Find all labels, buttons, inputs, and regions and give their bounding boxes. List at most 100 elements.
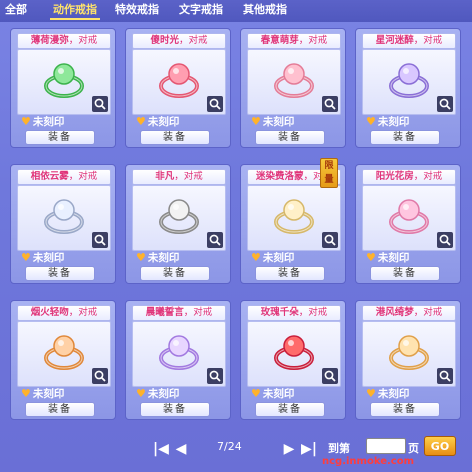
status-text: 未刻印 [262,116,295,128]
zoom-icon[interactable] [207,232,223,248]
ring-title: 阳光花房，对戒 [362,169,456,185]
page-number-input[interactable] [366,438,406,454]
heart-icon: ♥ [366,251,376,264]
first-page-button[interactable]: |◀ [150,438,172,460]
ring-type: 对戒 [308,307,328,318]
ring-card[interactable]: 晨曦誓言，对戒 ♥ 未刻印 装备 [125,300,231,420]
ring-image-slot [132,321,226,387]
tab-effect-rings[interactable]: 特效戒指 [112,2,162,18]
engrave-status: ♥ 未刻印 [366,115,409,129]
zoom-icon[interactable] [207,368,223,384]
ring-image-slot [17,321,111,387]
zoom-icon[interactable] [322,96,338,112]
heart-icon: ♥ [136,115,146,128]
ring-name: 非凡 [155,171,175,182]
ring-type: 对戒 [78,307,98,318]
ring-image-slot [247,321,341,387]
tab-all[interactable]: 全部 [2,2,30,18]
zoom-icon[interactable] [437,96,453,112]
heart-icon: ♥ [366,115,376,128]
ring-card[interactable]: 傻时光，对戒 ♥ 未刻印 装备 [125,28,231,148]
equip-button[interactable]: 装备 [255,130,325,145]
zoom-icon[interactable] [322,368,338,384]
ring-title: 星河迷醉，对戒 [362,33,456,49]
ring-name: 星河迷醉 [375,35,414,46]
equip-button[interactable]: 装备 [370,266,440,281]
ring-name: 港风绮梦 [375,307,414,318]
next-page-button[interactable]: ▶ [278,438,300,460]
ring-card[interactable]: 玫瑰千朵，对戒 ♥ 未刻印 装备 [240,300,346,420]
ring-type: 对戒 [188,35,208,46]
heart-icon: ♥ [21,251,31,264]
go-button[interactable]: GO [424,436,456,456]
ring-title: 相依云雾，对戒 [17,169,111,185]
ring-type: 对戒 [423,35,443,46]
ring-icon [389,63,429,98]
zoom-icon[interactable] [92,96,108,112]
heart-icon: ♥ [251,251,261,264]
engrave-status: ♥ 未刻印 [366,387,409,401]
equip-button[interactable]: 装备 [255,402,325,417]
ring-title: 玫瑰千朵，对戒 [247,305,341,321]
equip-button[interactable]: 装备 [140,266,210,281]
ring-name: 相依云雾 [30,171,69,182]
equip-button[interactable]: 装备 [25,266,95,281]
zoom-icon[interactable] [322,232,338,248]
limited-badge: 限量 [320,158,338,188]
ring-icon [274,199,314,234]
ring-card[interactable]: 非凡，对戒 ♥ 未刻印 装备 [125,164,231,284]
zoom-icon[interactable] [92,232,108,248]
equip-button[interactable]: 装备 [25,402,95,417]
status-text: 未刻印 [32,252,65,264]
ring-icon [159,63,199,98]
ring-type: 对戒 [423,171,443,182]
equip-button[interactable]: 装备 [140,130,210,145]
prev-page-button[interactable]: ◀ [170,438,192,460]
heart-icon: ♥ [251,387,261,400]
status-text: 未刻印 [32,388,65,400]
ring-title: 港风绮梦，对戒 [362,305,456,321]
ring-card[interactable]: 星河迷醉，对戒 ♥ 未刻印 装备 [355,28,461,148]
engrave-status: ♥ 未刻印 [251,115,294,129]
page-indicator: 7/24 [217,440,242,453]
equip-button[interactable]: 装备 [25,130,95,145]
last-page-button[interactable]: ▶| [298,438,320,460]
ring-title: 薄荷漫弥，对戒 [17,33,111,49]
equip-button[interactable]: 装备 [370,402,440,417]
zoom-icon[interactable] [437,368,453,384]
ring-card[interactable]: 春意萌芽，对戒 ♥ 未刻印 装备 [240,28,346,148]
ring-name: 阳光花房 [375,171,414,182]
equip-button[interactable]: 装备 [140,402,210,417]
ring-type: 对戒 [308,35,328,46]
ring-icon [44,63,84,98]
tab-action-rings[interactable]: 动作戒指 [50,2,100,20]
zoom-icon[interactable] [437,232,453,248]
ring-title: 烟火轻吻，对戒 [17,305,111,321]
zoom-icon[interactable] [207,96,223,112]
ring-type: 对戒 [78,35,98,46]
tab-other-rings[interactable]: 其他戒指 [240,2,290,18]
equip-button[interactable]: 装备 [255,266,325,281]
engrave-status: ♥ 未刻印 [136,115,179,129]
engrave-status: ♥ 未刻印 [136,387,179,401]
heart-icon: ♥ [136,387,146,400]
ring-icon [44,335,84,370]
ring-icon [44,199,84,234]
status-text: 未刻印 [262,388,295,400]
heart-icon: ♥ [136,251,146,264]
zoom-icon[interactable] [92,368,108,384]
ring-card[interactable]: 薄荷漫弥，对戒 ♥ 未刻印 装备 [10,28,116,148]
equip-button[interactable]: 装备 [370,130,440,145]
ring-type: 对戒 [78,171,98,182]
ring-name: 晨曦誓言 [145,307,184,318]
heart-icon: ♥ [21,115,31,128]
ring-name: 傻时光 [150,35,179,46]
ring-card[interactable]: 烟火轻吻，对戒 ♥ 未刻印 装备 [10,300,116,420]
status-text: 未刻印 [147,252,180,264]
goto-label: 到第 [328,442,350,455]
ring-card[interactable]: 港风绮梦，对戒 ♥ 未刻印 装备 [355,300,461,420]
ring-card[interactable]: 阳光花房，对戒 ♥ 未刻印 装备 [355,164,461,284]
ring-card[interactable]: 相依云雾，对戒 ♥ 未刻印 装备 [10,164,116,284]
tab-text-rings[interactable]: 文字戒指 [176,2,226,18]
ring-image-slot [132,185,226,251]
